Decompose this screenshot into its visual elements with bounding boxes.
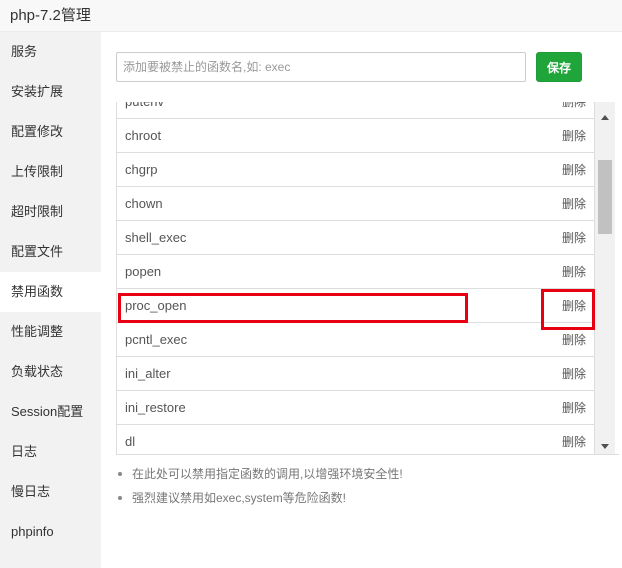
function-name: shell_exec bbox=[125, 230, 187, 245]
function-name: dl bbox=[125, 434, 136, 449]
scrollbar-thumb[interactable] bbox=[598, 160, 612, 234]
table-row: ini_restore 删除 bbox=[117, 391, 595, 425]
sidebar-item-upload-limit[interactable]: 上传限制 bbox=[0, 152, 101, 192]
delete-link[interactable]: 删除 bbox=[562, 255, 586, 289]
table-row: putenv 删除 bbox=[117, 102, 595, 119]
function-name: putenv bbox=[125, 102, 164, 119]
bullet-icon bbox=[118, 496, 122, 500]
table-row: proc_open 删除 bbox=[117, 289, 595, 323]
sidebar-item-timeout-limit[interactable]: 超时限制 bbox=[0, 192, 101, 232]
function-list-container: putenv 删除 chroot 删除 chgrp 删除 chown 删除 shell_… bbox=[116, 102, 619, 455]
sidebar-item-log[interactable]: 日志 bbox=[0, 432, 101, 472]
scroll-up-arrow-icon[interactable] bbox=[595, 108, 615, 126]
function-name: chown bbox=[125, 196, 163, 211]
function-name: chroot bbox=[125, 128, 162, 143]
sidebar-item-slow-log[interactable]: 慢日志 bbox=[0, 472, 101, 512]
window-title: php-7.2管理 bbox=[10, 7, 91, 24]
table-row: ini_alter 删除 bbox=[117, 357, 595, 391]
table-row: pcntl_exec 删除 bbox=[117, 323, 595, 357]
bullet-icon bbox=[118, 472, 122, 476]
tip-item: 在此处可以禁用指定函数的调用,以增强环境安全性! bbox=[118, 465, 403, 489]
sidebar: 服务 安装扩展 配置修改 上传限制 超时限制 配置文件 禁用函数 性能调整 负载… bbox=[0, 32, 101, 568]
function-name: ini_restore bbox=[125, 400, 186, 415]
tip-text: 强烈建议禁用如exec,system等危险函数! bbox=[132, 491, 347, 505]
delete-link[interactable]: 删除 bbox=[562, 119, 586, 153]
window-titlebar: php-7.2管理 bbox=[0, 0, 622, 32]
function-list: putenv 删除 chroot 删除 chgrp 删除 chown 删除 shell_… bbox=[116, 102, 595, 454]
function-name: chgrp bbox=[125, 162, 158, 177]
sidebar-item-config-edit[interactable]: 配置修改 bbox=[0, 112, 101, 152]
delete-link[interactable]: 删除 bbox=[562, 187, 586, 221]
delete-link[interactable]: 删除 bbox=[562, 289, 586, 323]
delete-link[interactable]: 删除 bbox=[562, 425, 586, 454]
function-name-input[interactable] bbox=[116, 52, 526, 82]
table-row: chroot 删除 bbox=[117, 119, 595, 153]
function-name: proc_open bbox=[125, 298, 187, 313]
table-row: chown 删除 bbox=[117, 187, 595, 221]
tip-text: 在此处可以禁用指定函数的调用,以增强环境安全性! bbox=[132, 467, 403, 481]
delete-link[interactable]: 删除 bbox=[562, 323, 586, 357]
delete-link[interactable]: 删除 bbox=[562, 391, 586, 425]
sidebar-item-performance[interactable]: 性能调整 bbox=[0, 312, 101, 352]
scroll-down-arrow-icon[interactable] bbox=[595, 437, 615, 454]
table-row: popen 删除 bbox=[117, 255, 595, 289]
function-name: popen bbox=[125, 264, 162, 279]
sidebar-item-config-file[interactable]: 配置文件 bbox=[0, 232, 101, 272]
sidebar-item-disabled-functions[interactable]: 禁用函数 bbox=[0, 272, 101, 312]
delete-link[interactable]: 删除 bbox=[562, 102, 586, 119]
delete-link[interactable]: 删除 bbox=[562, 153, 586, 187]
tip-item: 强烈建议禁用如exec,system等危险函数! bbox=[118, 489, 403, 513]
delete-link[interactable]: 删除 bbox=[562, 357, 586, 391]
list-scrollbar[interactable] bbox=[595, 102, 615, 454]
sidebar-item-session-config[interactable]: Session配置 bbox=[0, 392, 101, 432]
table-row: chgrp 删除 bbox=[117, 153, 595, 187]
sidebar-item-service[interactable]: 服务 bbox=[0, 32, 101, 72]
save-button[interactable]: 保存 bbox=[536, 52, 582, 82]
sidebar-item-phpinfo[interactable]: phpinfo bbox=[0, 512, 101, 552]
help-tips: 在此处可以禁用指定函数的调用,以增强环境安全性! 强烈建议禁用如exec,sys… bbox=[118, 465, 403, 513]
sidebar-item-load-status[interactable]: 负载状态 bbox=[0, 352, 101, 392]
table-row: shell_exec 删除 bbox=[117, 221, 595, 255]
delete-link[interactable]: 删除 bbox=[562, 221, 586, 255]
table-row: dl 删除 bbox=[117, 425, 595, 454]
sidebar-item-install-extensions[interactable]: 安装扩展 bbox=[0, 72, 101, 112]
function-name: ini_alter bbox=[125, 366, 171, 381]
function-name: pcntl_exec bbox=[125, 332, 188, 347]
